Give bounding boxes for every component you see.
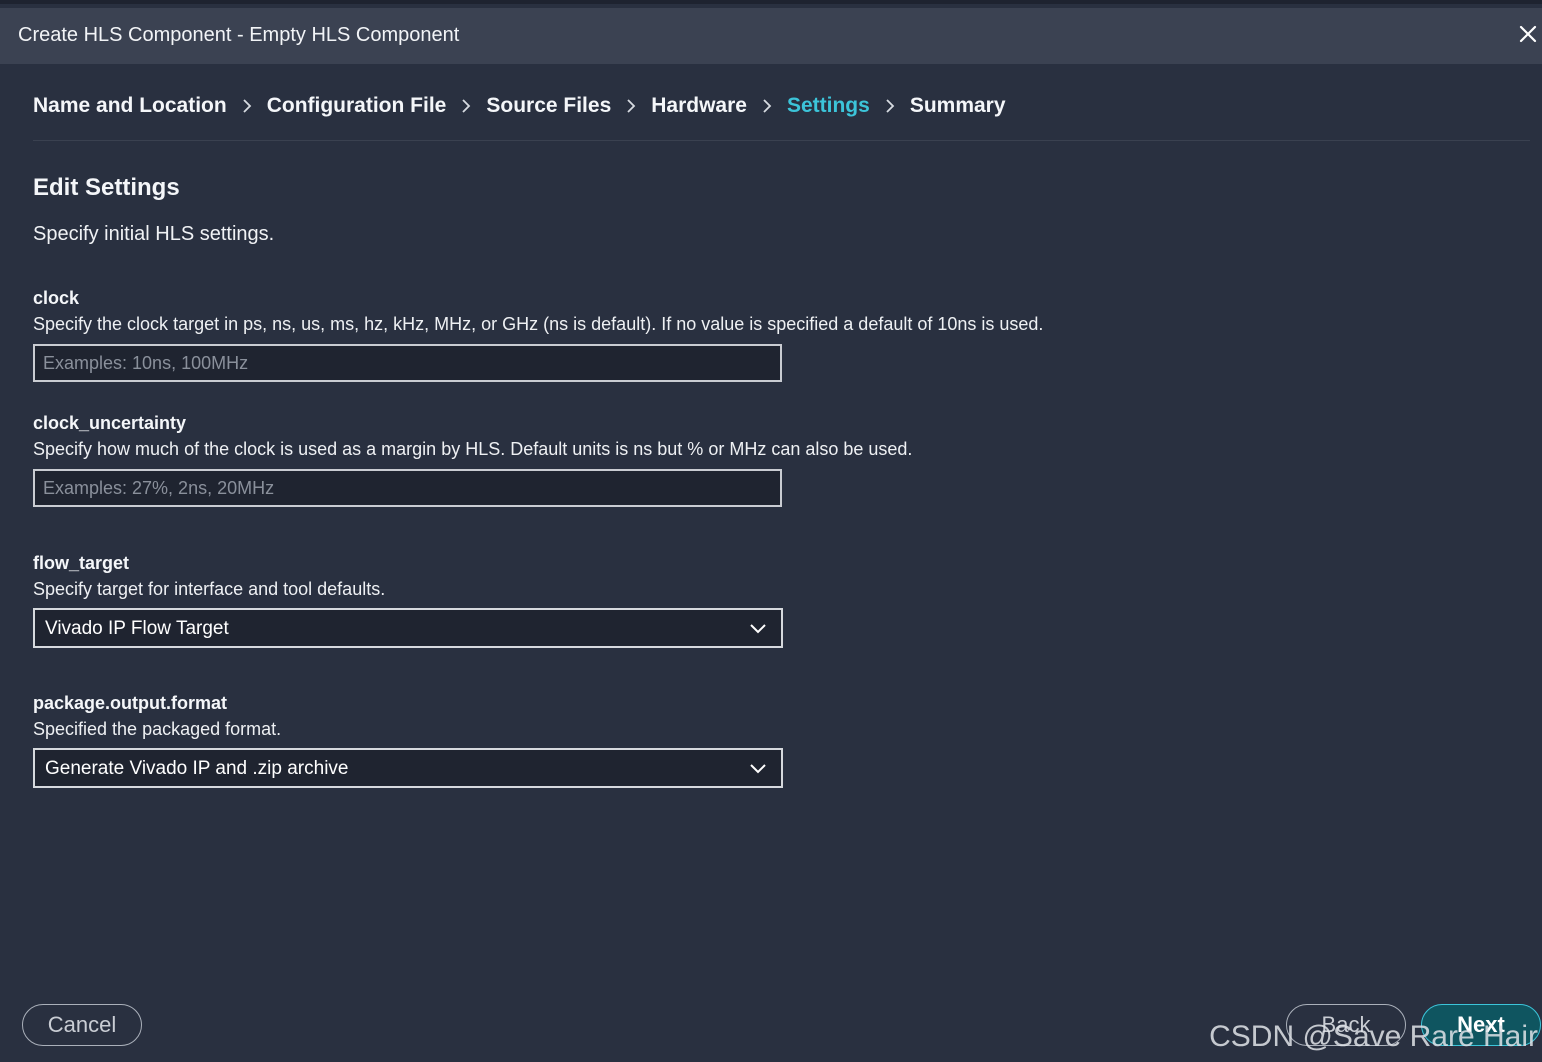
chevron-right-icon: [870, 96, 910, 116]
flow-target-description: Specify target for interface and tool de…: [33, 579, 386, 599]
breadcrumb-step-summary[interactable]: Summary: [910, 94, 1006, 118]
package-output-format-label: package.output.format: [33, 693, 228, 713]
flow-target-label: flow_target: [33, 553, 130, 573]
chevron-right-icon: [611, 96, 651, 116]
package-output-format-description: Specified the packaged format.: [33, 719, 282, 739]
clock-label: clock: [33, 288, 80, 308]
header-divider: [33, 140, 1530, 141]
dialog-window: Create HLS Component - Empty HLS Compone…: [0, 0, 1542, 1062]
chevron-right-icon: [446, 96, 486, 116]
clock-uncertainty-description: Specify how much of the clock is used as…: [33, 439, 913, 459]
breadcrumb: Name and Location Configuration File Sou…: [33, 90, 1006, 122]
flow-target-selected-value: Vivado IP Flow Target: [45, 618, 229, 639]
package-output-format-select[interactable]: Generate Vivado IP and .zip archive: [33, 748, 783, 788]
breadcrumb-step-hardware[interactable]: Hardware: [651, 94, 747, 118]
package-output-format-selected-value: Generate Vivado IP and .zip archive: [45, 758, 349, 779]
next-button[interactable]: Next: [1421, 1004, 1541, 1046]
chevron-down-icon: [749, 761, 767, 775]
breadcrumb-step-settings[interactable]: Settings: [787, 94, 870, 118]
window-title: Create HLS Component - Empty HLS Compone…: [18, 24, 460, 46]
cancel-button[interactable]: Cancel: [22, 1004, 142, 1046]
breadcrumb-step-name-and-location[interactable]: Name and Location: [33, 94, 227, 118]
page-subtitle: Specify initial HLS settings.: [33, 223, 275, 245]
clock-input[interactable]: [33, 344, 782, 382]
close-icon[interactable]: [1516, 22, 1540, 46]
clock-uncertainty-input[interactable]: [33, 469, 782, 507]
back-button[interactable]: Back: [1286, 1004, 1406, 1046]
breadcrumb-step-source-files[interactable]: Source Files: [486, 94, 611, 118]
clock-description: Specify the clock target in ps, ns, us, …: [33, 314, 1044, 334]
clock-uncertainty-label: clock_uncertainty: [33, 413, 187, 433]
title-bar: Create HLS Component - Empty HLS Compone…: [0, 8, 1542, 64]
chevron-right-icon: [747, 96, 787, 116]
chevron-right-icon: [227, 96, 267, 116]
page-title: Edit Settings: [33, 174, 180, 201]
flow-target-select[interactable]: Vivado IP Flow Target: [33, 608, 783, 648]
breadcrumb-step-configuration-file[interactable]: Configuration File: [267, 94, 447, 118]
chevron-down-icon: [749, 621, 767, 635]
